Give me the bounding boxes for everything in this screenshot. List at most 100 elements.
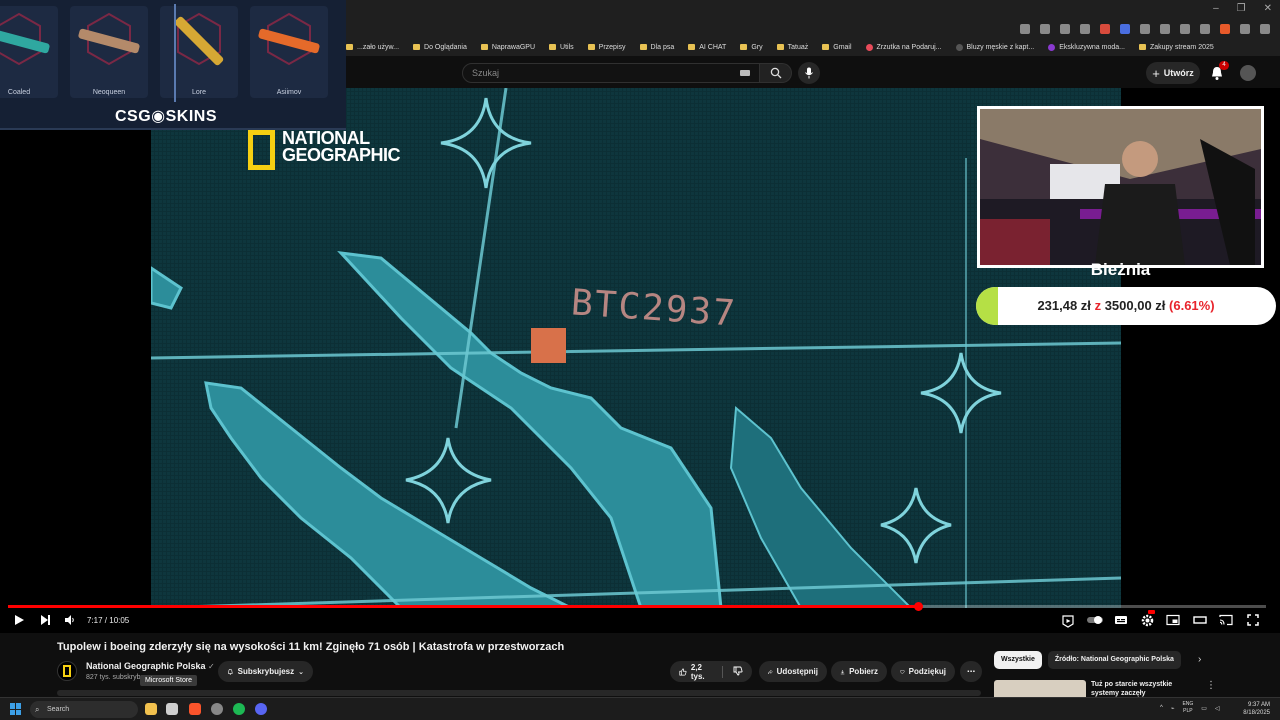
folder-icon	[549, 44, 557, 50]
progress-bar[interactable]	[8, 602, 1266, 611]
bookmark-item[interactable]: NaprawaGPU	[480, 43, 536, 51]
bookmark-item[interactable]: Zakupy stream 2025	[1138, 44, 1214, 51]
tray-chevron-icon[interactable]: ^	[1160, 705, 1163, 711]
bookmark-item[interactable]: Dla psa	[639, 44, 674, 51]
download-label: Pobierz	[849, 667, 878, 676]
chevron-right-icon[interactable]: ›	[1198, 654, 1201, 665]
weapon-skin-image	[174, 12, 224, 66]
windows-start-icon[interactable]	[10, 703, 22, 715]
goal-separator: z	[1094, 298, 1102, 313]
bookmark-item[interactable]: ...zało używ...	[346, 44, 399, 51]
folder-icon	[639, 44, 647, 50]
miniplayer-button[interactable]	[1166, 614, 1180, 628]
site-favicon-icon	[865, 43, 873, 51]
skin-card: Lore	[160, 6, 238, 98]
search-icon	[770, 67, 781, 79]
extension-icon[interactable]	[1120, 24, 1130, 34]
filter-chip[interactable]: Wszystkie	[994, 651, 1042, 669]
keyboard-icon[interactable]	[740, 70, 750, 76]
extension-icon[interactable]	[1220, 24, 1230, 34]
spotify-icon[interactable]	[233, 703, 245, 715]
subtitles-button[interactable]	[1114, 614, 1128, 628]
microsoft-store-icon[interactable]	[166, 703, 178, 715]
bookmark-item[interactable]: Gmail	[822, 44, 852, 51]
taskbar-search[interactable]: ⌕ Search	[30, 701, 138, 718]
search-input[interactable]: Szukaj	[462, 63, 760, 83]
search-button[interactable]	[760, 63, 792, 83]
weapon-skin-image	[258, 12, 320, 66]
folder-icon	[587, 44, 595, 50]
recommendation-menu-icon[interactable]: ⋮	[1206, 680, 1216, 691]
dislike-button[interactable]	[733, 666, 743, 678]
create-button[interactable]: + Utwórz	[1146, 62, 1200, 84]
channel-avatar[interactable]	[57, 661, 77, 681]
folder-icon	[688, 44, 696, 50]
usb-icon[interactable]: ⌁	[1171, 705, 1175, 712]
like-button[interactable]: 2,2 tys.	[679, 663, 712, 681]
more-actions-button[interactable]: ⋯	[960, 661, 982, 682]
share-button[interactable]: Udostępnij	[759, 661, 827, 682]
network-icon[interactable]: ▭	[1201, 705, 1207, 712]
extension-icon[interactable]	[1200, 24, 1210, 34]
subscribe-button[interactable]: Subskrybujesz ⌄	[218, 661, 313, 682]
plus-icon: +	[1152, 65, 1160, 81]
bookmark-item[interactable]: Przepisy	[587, 44, 626, 51]
extension-icon[interactable]	[1140, 24, 1150, 34]
minimize-icon[interactable]: –	[1213, 3, 1219, 14]
extension-icon[interactable]	[1160, 24, 1170, 34]
speaker-icon[interactable]: ◁	[1215, 705, 1220, 712]
subscribe-label: Subskrybujesz	[237, 667, 295, 676]
bookmark-item[interactable]: Utils	[549, 44, 574, 51]
bookmark-label: Zrzutka na Podaruj...	[876, 43, 942, 51]
bookmark-item[interactable]: Ekskluzywna moda...	[1048, 43, 1125, 51]
bookmark-item[interactable]: Tatuaż	[776, 44, 808, 51]
thumbs-up-icon	[679, 668, 687, 675]
cast-button[interactable]	[1219, 614, 1233, 628]
bookmark-star-icon[interactable]	[1080, 24, 1090, 34]
folder-icon	[413, 44, 421, 50]
fullscreen-button[interactable]	[1246, 614, 1260, 628]
voice-search-button[interactable]	[798, 62, 820, 84]
heart-dollar-icon	[900, 669, 905, 674]
menu-icon[interactable]	[1260, 24, 1270, 34]
account-avatar[interactable]	[1240, 65, 1256, 81]
window-controls: – ❐ ✕	[1213, 3, 1272, 14]
thanks-button[interactable]: Podziękuj	[891, 661, 955, 682]
brave-browser-icon[interactable]	[189, 703, 201, 715]
extension-icon[interactable]	[1100, 24, 1110, 34]
bookmark-item[interactable]: Bluzy męskie z kapt...	[955, 43, 1034, 51]
bookmark-item[interactable]: Gry	[740, 44, 763, 51]
settings-button[interactable]	[1140, 610, 1155, 628]
theater-mode-button[interactable]	[1193, 614, 1207, 628]
natgeo-text-line2: GEOGRAPHIC	[282, 145, 401, 165]
autoplay-toggle[interactable]	[1086, 614, 1104, 628]
extension-icon[interactable]	[1180, 24, 1190, 34]
volume-button[interactable]	[63, 614, 77, 628]
weapon-skin-image	[0, 12, 50, 66]
channel-name-link[interactable]: National Geographic Polska ✓	[86, 661, 215, 671]
extension-icon[interactable]	[1020, 24, 1030, 34]
bookmark-item[interactable]: Do Oglądania	[413, 44, 467, 51]
filter-chip[interactable]: Źródło: National Geographic Polska	[1047, 651, 1181, 669]
next-button[interactable]	[38, 614, 52, 628]
close-icon[interactable]: ✕	[1264, 3, 1272, 14]
file-explorer-icon[interactable]	[145, 703, 157, 715]
discord-icon[interactable]	[255, 703, 267, 715]
zoom-icon[interactable]	[1060, 24, 1070, 34]
extension-icon[interactable]	[1040, 24, 1050, 34]
obs-icon[interactable]	[211, 703, 223, 715]
folder-icon	[480, 44, 488, 50]
bookmark-item[interactable]: Zrzutka na Podaruj...	[865, 43, 942, 51]
bookmark-item[interactable]: AI CHAT	[688, 44, 726, 51]
bookmark-label: NaprawaGPU	[491, 43, 536, 51]
restore-icon[interactable]: ❐	[1237, 3, 1246, 14]
fullscreen-icon	[1247, 614, 1259, 626]
language-indicator[interactable]: ENG PLP	[1182, 701, 1193, 715]
taskbar-clock[interactable]: 9:37 AM 8/18/2025	[1238, 701, 1270, 717]
description-box[interactable]	[57, 690, 981, 696]
download-button[interactable]: Pobierz	[831, 661, 887, 682]
play-button[interactable]	[12, 614, 26, 628]
taskbar-search-label: Search	[47, 706, 70, 713]
extensions-puzzle-icon[interactable]	[1240, 24, 1250, 34]
premium-play-icon[interactable]	[1061, 614, 1075, 628]
